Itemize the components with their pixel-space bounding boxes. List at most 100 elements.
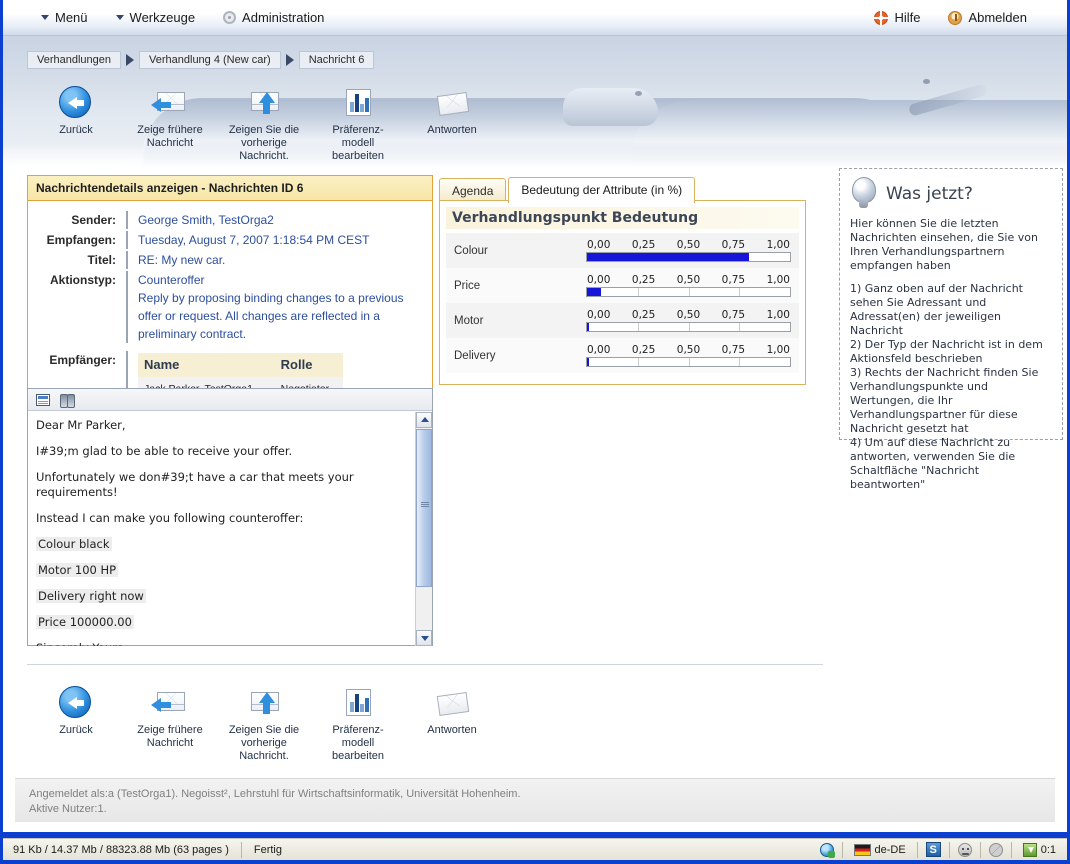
- envelope-up-arrow-icon: [247, 686, 281, 720]
- help-label: Hilfe: [894, 10, 921, 25]
- envelope-left-arrow-icon: [151, 86, 187, 120]
- chart-track: [586, 287, 791, 297]
- tool-label: Antworten: [427, 124, 477, 136]
- german-flag-icon: [853, 843, 871, 856]
- chart-tick-label: 0,75: [721, 309, 746, 321]
- chart-gridline: [739, 323, 741, 331]
- chart-bar-fill: [587, 253, 750, 261]
- status-divider: [841, 841, 843, 858]
- action-type-value: Counteroffer: [138, 273, 205, 287]
- chart-tick-label: 0,25: [631, 344, 656, 356]
- chart-bar-wrapper: 0,00 0,25 0,50 0,75 1,00: [586, 274, 799, 297]
- back-button[interactable]: Zurück: [37, 86, 115, 137]
- breadcrumb-item-negotiation[interactable]: Verhandlung 4 (New car): [139, 51, 281, 69]
- tool-label: Präferenz-modell bearbeiten: [332, 724, 384, 762]
- chart-tick-label: 0,50: [676, 274, 701, 286]
- show-earlier-message-button-bottom[interactable]: Zeige frühere Nachricht: [131, 686, 209, 750]
- message-paragraph: Dear Mr Parker,: [36, 418, 126, 432]
- scroll-down-arrow-icon[interactable]: [416, 630, 432, 646]
- message-token: Motor 100 HP: [36, 563, 119, 577]
- face-icon[interactable]: [957, 842, 972, 857]
- reply-envelope-icon: [435, 686, 470, 720]
- message-token: Price 100000.00: [36, 615, 134, 629]
- locale-indicator[interactable]: de-DE: [851, 843, 909, 856]
- chart-category-label: Price: [454, 279, 481, 292]
- locale-label: de-DE: [874, 843, 906, 856]
- back-button-bottom[interactable]: Zurück: [37, 686, 115, 737]
- detail-row-sender: Sender: George Smith, TestOrga2: [34, 211, 426, 229]
- help-paragraph-steps: 1) Ganz oben auf der Nachricht sehen Sie…: [850, 282, 1043, 491]
- download-indicator[interactable]: 0:1: [1020, 842, 1059, 857]
- help-panel: Was jetzt? Hier können Sie die letzten N…: [839, 168, 1063, 491]
- chart-tick-label: 0,00: [587, 239, 611, 251]
- circle-icon[interactable]: [988, 842, 1003, 857]
- detail-label: Sender:: [71, 213, 116, 227]
- chart-track: [586, 322, 791, 332]
- breadcrumb-item-message[interactable]: Nachricht 6: [298, 51, 375, 69]
- breadcrumb-item-negotiations[interactable]: Verhandlungen: [27, 51, 122, 69]
- logout-button[interactable]: Abmelden: [934, 1, 1041, 35]
- reply-button[interactable]: Antworten: [413, 86, 491, 137]
- message-paragraph: Price 100000.00: [36, 615, 409, 630]
- edit-preference-model-button-bottom[interactable]: Präferenz-modell bearbeiten: [319, 686, 397, 763]
- details-body: Sender: George Smith, TestOrga2 Empfange…: [28, 201, 432, 416]
- edit-preference-model-button[interactable]: Präferenz-modell bearbeiten: [319, 86, 397, 163]
- breadcrumb-separator-icon: [285, 54, 294, 66]
- tool-label: Präferenz-modell bearbeiten: [332, 124, 384, 162]
- document-icon[interactable]: [36, 393, 50, 406]
- chart-row: Delivery 0,00 0,25 0,50 0,75 1,00: [446, 338, 799, 373]
- breadcrumb: Verhandlungen Verhandlung 4 (New car) Na…: [27, 50, 375, 70]
- show-previous-message-button[interactable]: Zeigen Sie die vorherige Nachricht.: [225, 86, 303, 163]
- reply-button-bottom[interactable]: Antworten: [413, 686, 491, 737]
- chart-row: Price 0,00 0,25 0,50 0,75 1,00: [446, 268, 799, 303]
- show-earlier-message-button[interactable]: Zeige frühere Nachricht: [131, 86, 209, 150]
- menu-item-label: Menü: [55, 10, 88, 25]
- detail-row-action-type: Aktionstyp: Counteroffer Reply by propos…: [34, 271, 426, 343]
- detail-value-action-type: Counteroffer Reply by proposing binding …: [126, 271, 426, 343]
- chart-gridline: [739, 288, 741, 296]
- chart-gridline: [637, 323, 639, 331]
- chart-tick-label: 0,00: [587, 274, 611, 286]
- tool-label: Antworten: [427, 724, 477, 736]
- menu-item-werkzeuge[interactable]: Werkzeuge: [102, 1, 210, 35]
- show-previous-message-button-bottom[interactable]: Zeigen Sie die vorherige Nachricht.: [225, 686, 303, 763]
- chart-tick-label: 0,75: [721, 239, 746, 251]
- message-token: Colour black: [36, 537, 112, 551]
- chart-gridline: [637, 288, 639, 296]
- status-memory: 91 Kb / 14.37 Mb / 88323.88 Mb (63 pages…: [13, 843, 229, 856]
- footer-line-1: Angemeldet als:a (TestOrga1). Negoisst²,…: [29, 788, 521, 800]
- breadcrumb-separator-icon: [126, 54, 135, 66]
- detail-value-sender: George Smith, TestOrga2: [126, 211, 426, 229]
- chart-category-label: Delivery: [454, 349, 496, 362]
- binoculars-icon[interactable]: [60, 393, 75, 408]
- message-paragraph: Delivery right now: [36, 589, 409, 604]
- menu-item-administration[interactable]: Administration: [209, 1, 338, 35]
- help-title: Was jetzt?: [886, 184, 973, 204]
- message-body-box: Dear Mr Parker, I#39;m glad to be able to…: [27, 388, 433, 646]
- chart-title: Verhandlungspunkt Bedeutung: [446, 207, 799, 229]
- scrollbar-thumb[interactable]: [416, 429, 432, 587]
- chart-rows: Colour 0,00 0,25 0,50 0,75 1,00 Price 0,00 0,25 0…: [440, 233, 805, 373]
- message-scrollbar[interactable]: [415, 412, 432, 646]
- caret-down-icon: [115, 15, 124, 20]
- bar-chart-icon: [341, 686, 375, 720]
- action-type-description: Reply by proposing binding changes to a …: [138, 291, 404, 341]
- tool-label: Zeige frühere Nachricht: [137, 124, 203, 149]
- help-paragraph-intro: Hier können Sie die letzten Nachrichten …: [850, 217, 1038, 272]
- help-button[interactable]: Hilfe: [860, 1, 934, 35]
- globe-download-icon[interactable]: [819, 842, 835, 858]
- chart-bar-fill: [587, 358, 590, 366]
- chart-category-label: Motor: [454, 314, 484, 327]
- tool-label: Zurück: [59, 724, 93, 736]
- s-icon[interactable]: S: [925, 842, 941, 857]
- chart-tick-label: 1,00: [766, 239, 790, 251]
- application-window: Menü Werkzeuge Administration Hilfe Abme…: [3, 0, 1067, 832]
- chart-tick-label: 0,25: [631, 309, 656, 321]
- tab-attribute-importance[interactable]: Bedeutung der Attribute (in %): [508, 177, 696, 203]
- message-paragraph: Sincerely Yours,: [36, 641, 409, 646]
- chart-gridline: [688, 358, 690, 366]
- menu-item-menu[interactable]: Menü: [27, 1, 102, 35]
- detail-label: Aktionstyp:: [50, 273, 116, 287]
- message-details-panel: Nachrichtendetails anzeigen - Nachrichte…: [27, 175, 433, 417]
- scroll-up-arrow-icon[interactable]: [416, 412, 432, 428]
